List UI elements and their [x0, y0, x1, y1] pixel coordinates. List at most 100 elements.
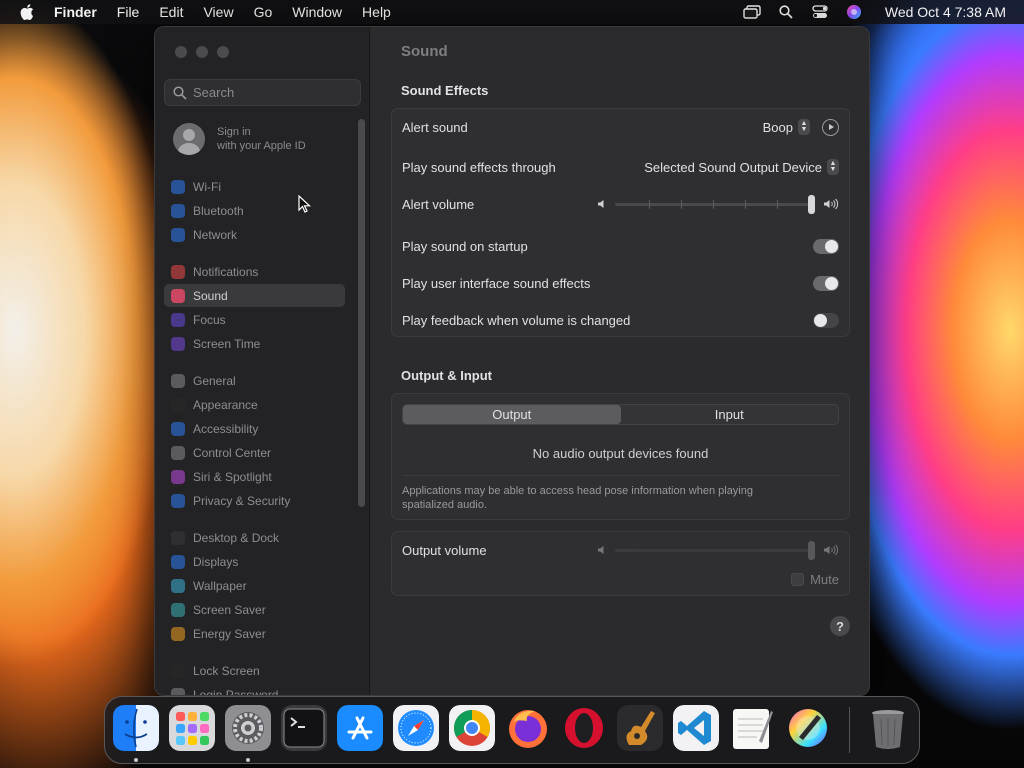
- sidebar-scrollbar[interactable]: [358, 119, 365, 507]
- dock-vscode[interactable]: [673, 705, 719, 751]
- screen-time-icon: [171, 336, 185, 351]
- window-controls: [175, 46, 229, 58]
- system-settings-window: Sign in with your Apple ID Wi-Fi Bluetoot…: [154, 26, 870, 696]
- menu-go[interactable]: Go: [254, 4, 273, 20]
- tab-output[interactable]: Output: [403, 405, 621, 424]
- sidebar-item-energy-saver[interactable]: Energy Saver: [164, 622, 345, 645]
- search-icon: [173, 85, 187, 100]
- general-icon: [171, 373, 185, 388]
- sidebar-item-focus[interactable]: Focus: [164, 308, 345, 331]
- close-button[interactable]: [175, 46, 187, 58]
- sidebar-item-lock-screen[interactable]: Lock Screen: [164, 659, 345, 682]
- dock-launchpad[interactable]: [169, 705, 215, 751]
- mute-checkbox-box[interactable]: [791, 572, 805, 586]
- sidebar-item-siri-spotlight[interactable]: Siri & Spotlight: [164, 465, 345, 488]
- firefox-icon: [505, 705, 551, 751]
- dock-textedit[interactable]: [729, 705, 775, 751]
- appearance-icon: [171, 397, 185, 412]
- dock-safari[interactable]: [393, 705, 439, 751]
- search-icon[interactable]: [777, 4, 795, 20]
- sidebar-item-wi-fi[interactable]: Wi-Fi: [164, 175, 345, 198]
- system-settings-icon: [225, 705, 271, 751]
- play-alert-button[interactable]: [822, 118, 839, 136]
- sidebar-item-label: Control Center: [193, 445, 272, 460]
- menu-app-name[interactable]: Finder: [54, 4, 97, 20]
- menu-file[interactable]: File: [117, 4, 140, 20]
- apple-id-signin[interactable]: Sign in with your Apple ID: [173, 123, 306, 155]
- dock-terminal[interactable]: [281, 705, 327, 751]
- textedit-icon: [729, 705, 775, 751]
- wallpaper-icon: [171, 578, 185, 593]
- dock-garageband[interactable]: [617, 705, 663, 751]
- output-volume-slider[interactable]: [615, 540, 815, 560]
- output-input-tabs: Output Input: [402, 404, 839, 425]
- sidebar-item-sound[interactable]: Sound: [164, 284, 345, 307]
- startup-toggle[interactable]: [813, 238, 839, 254]
- sidebar-search[interactable]: [164, 79, 361, 106]
- alert-volume-slider[interactable]: [615, 194, 815, 214]
- dock-trash[interactable]: [865, 705, 911, 751]
- alert-sound-popup[interactable]: Boop ▲ ▼: [763, 119, 810, 135]
- zoom-button[interactable]: [217, 46, 229, 58]
- sidebar-item-general[interactable]: General: [164, 369, 345, 392]
- sidebar-item-network[interactable]: Network: [164, 223, 345, 246]
- sidebar-item-label: General: [193, 373, 236, 388]
- alert-sound-label: Alert sound: [402, 119, 468, 135]
- siri-icon[interactable]: [845, 4, 863, 20]
- control-center-icon[interactable]: [811, 4, 829, 20]
- sidebar-item-accessibility[interactable]: Accessibility: [164, 417, 345, 440]
- ui-effects-toggle[interactable]: [813, 275, 839, 291]
- sidebar-item-label: Login Password: [193, 687, 279, 696]
- feedback-label: Play feedback when volume is changed: [402, 312, 631, 328]
- sidebar-item-displays[interactable]: Displays: [164, 550, 345, 573]
- accessibility-icon: [171, 421, 185, 436]
- dock-app-store[interactable]: [337, 705, 383, 751]
- sidebar-item-login-password[interactable]: Login Password: [164, 683, 345, 696]
- sidebar-item-label: Appearance: [193, 397, 258, 412]
- sidebar-item-privacy-security[interactable]: Privacy & Security: [164, 489, 345, 512]
- mute-checkbox[interactable]: Mute: [791, 572, 839, 587]
- sidebar-item-notifications[interactable]: Notifications: [164, 260, 345, 283]
- play-icon: [828, 124, 834, 130]
- sidebar-item-screen-saver[interactable]: Screen Saver: [164, 598, 345, 621]
- dock-running-indicator: [246, 758, 250, 762]
- search-input[interactable]: [193, 85, 353, 100]
- dock-firefox[interactable]: [505, 705, 551, 751]
- sidebar-item-desktop-dock[interactable]: Desktop & Dock: [164, 526, 345, 549]
- help-button[interactable]: ?: [830, 616, 850, 636]
- alert-sound-row: Alert sound Boop ▲ ▼: [392, 112, 849, 142]
- tab-input[interactable]: Input: [621, 405, 839, 424]
- sidebar-item-label: Accessibility: [193, 421, 259, 436]
- dock-chrome[interactable]: [449, 705, 495, 751]
- alert-volume-thumb[interactable]: [808, 194, 815, 214]
- menu-help[interactable]: Help: [362, 4, 391, 20]
- menubar-clock[interactable]: Wed Oct 4 7:38 AM: [885, 4, 1006, 20]
- dock-running-indicator: [134, 758, 138, 762]
- sidebar-item-label: Desktop & Dock: [193, 530, 280, 545]
- speaker-low-icon: [598, 546, 604, 554]
- play-through-popup[interactable]: Selected Sound Output Device ▲ ▼: [644, 159, 839, 175]
- wifi-icon: [171, 179, 185, 194]
- apple-menu-icon[interactable]: [16, 1, 38, 23]
- screen-mirroring-icon[interactable]: [743, 4, 761, 20]
- dock-finder[interactable]: [113, 705, 159, 751]
- dock-system-settings[interactable]: [225, 705, 271, 751]
- menu-view[interactable]: View: [203, 4, 233, 20]
- focus-icon: [171, 312, 185, 327]
- sidebar-item-control-center[interactable]: Control Center: [164, 441, 345, 464]
- sidebar-item-wallpaper[interactable]: Wallpaper: [164, 574, 345, 597]
- sidebar-item-bluetooth[interactable]: Bluetooth: [164, 199, 345, 222]
- feedback-toggle[interactable]: [813, 312, 839, 328]
- dock-color-picker[interactable]: [785, 705, 831, 751]
- sidebar-item-screen-time[interactable]: Screen Time: [164, 332, 345, 355]
- head-pose-note: Applications may be able to access head …: [402, 485, 753, 511]
- sidebar-item-label: Screen Time: [193, 336, 261, 351]
- alert-sound-value: Boop: [762, 119, 793, 135]
- minimize-button[interactable]: [196, 46, 208, 58]
- sidebar-item-appearance[interactable]: Appearance: [164, 393, 345, 416]
- dock-opera[interactable]: [561, 705, 607, 751]
- menu-window[interactable]: Window: [292, 4, 342, 20]
- menu-edit[interactable]: Edit: [159, 4, 183, 20]
- sidebar-item-label: Focus: [193, 312, 226, 327]
- output-volume-thumb[interactable]: [808, 540, 815, 560]
